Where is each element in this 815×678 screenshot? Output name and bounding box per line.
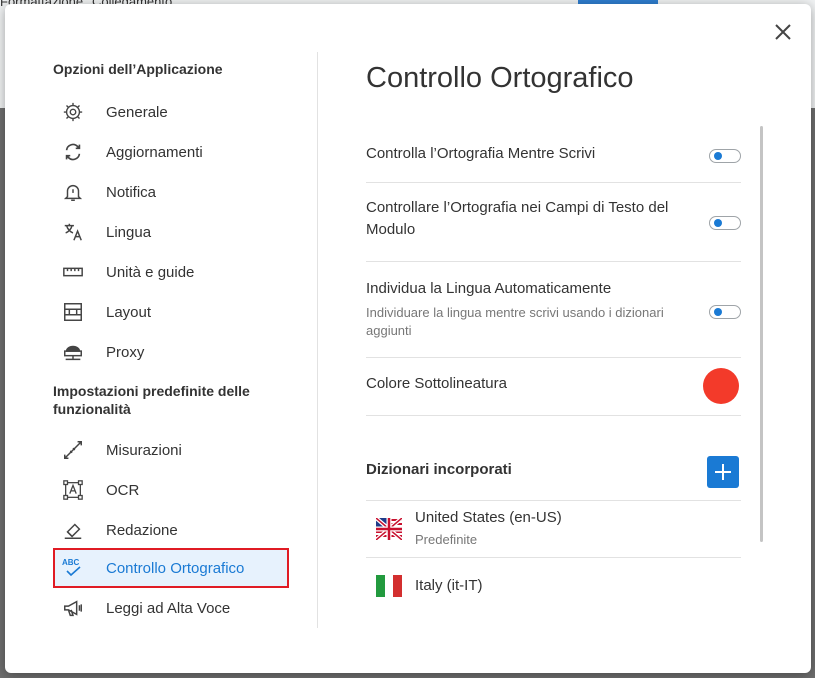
dictionary-subtitle: Predefinite [415,532,478,547]
sidebar-item-label: OCR [106,481,140,499]
settings-sidebar: Opzioni dell’Applicazione Generale Aggio… [53,60,303,628]
sidebar-heading-app-options: Opzioni dell’Applicazione [53,61,223,77]
dictionary-name: Italy (it-IT) [415,577,483,594]
svg-text:ABC: ABC [62,558,80,567]
dictionary-row-it-it[interactable]: Italy (it-IT) [366,558,741,614]
sidebar-item-label: Redazione [106,521,178,539]
sidebar-item-aggiornamenti[interactable]: Aggiornamenti [53,132,303,172]
page-title: Controllo Ortografico [366,62,634,94]
sidebar-item-label: Leggi ad Alta Voce [106,599,231,617]
sidebar-item-label: Misurazioni [106,441,182,459]
setting-row-check-form-fields: Controllare l’Ortografia nei Campi di Te… [366,183,741,262]
sidebar-item-leggi-ad-alta-voce[interactable]: Leggi ad Alta Voce [53,588,303,628]
sidebar-item-generale[interactable]: Generale [53,92,303,132]
sidebar-item-label: Controllo Ortografico [106,559,245,577]
settings-scrollbar[interactable] [760,126,763,542]
spellcheck-icon: ABC [61,556,85,580]
close-icon[interactable] [773,22,793,42]
sidebar-heading-feature-defaults: Impostazioni predefinite delle funzional… [53,383,250,417]
setting-row-detect-language: Individua la Lingua Automaticamente Indi… [366,262,741,358]
sidebar-item-label: Generale [106,103,168,121]
add-dictionary-button[interactable] [707,456,739,488]
setting-label: Controllare l’Ortografia nei Campi di Te… [366,199,669,238]
proxy-icon [61,340,85,364]
check-form-fields-toggle[interactable] [709,216,741,230]
setting-description: Individuare la lingua mentre scrivi usan… [366,305,664,338]
measure-icon [61,438,85,462]
translate-icon [61,220,85,244]
toggle-knob [714,152,722,160]
dictionary-name: United States (en-US) [415,509,562,526]
settings-panel: Controllo Ortografico Controlla l’Ortogr… [366,60,741,614]
sidebar-item-notifica[interactable]: Notifica [53,172,303,212]
sidebar-item-proxy[interactable]: Proxy [53,332,303,372]
sidebar-item-lingua[interactable]: Lingua [53,212,303,252]
setting-row-check-while-typing: Controlla l’Ortografia Mentre Scrivi [366,130,741,183]
us-uk-flag-icon [376,518,402,540]
setting-label: Individua la Lingua Automaticamente [366,280,612,297]
sidebar-item-misurazioni[interactable]: Misurazioni [53,430,303,470]
sidebar-item-redazione[interactable]: Redazione [53,510,303,550]
megaphone-icon [61,596,85,620]
toggle-knob [714,219,722,227]
toggle-knob [714,308,722,316]
underline-color-swatch[interactable] [703,368,739,404]
dictionary-row-en-us[interactable]: United States (en-US) Predefinite [366,501,741,558]
settings-list: Controlla l’Ortografia Mentre Scrivi Con… [366,130,741,416]
setting-row-underline-color: Colore Sottolineatura [366,358,741,416]
check-while-typing-toggle[interactable] [709,149,741,163]
sidebar-item-label: Unità e guide [106,263,195,281]
dictionaries-header: Dizionari incorporati [366,456,741,501]
setting-label: Colore Sottolineatura [366,375,507,392]
layout-icon [61,300,85,324]
sidebar-item-controllo-ortografico[interactable]: ABC Controllo Ortografico [53,548,289,588]
ocr-icon [61,478,85,502]
sidebar-item-layout[interactable]: Layout [53,292,303,332]
bell-icon [61,180,85,204]
sidebar-item-label: Aggiornamenti [106,143,203,161]
sidebar-item-unita-e-guide[interactable]: Unità e guide [53,252,303,292]
setting-label: Controlla l’Ortografia Mentre Scrivi [366,145,596,162]
detect-language-toggle[interactable] [709,305,741,319]
italy-flag-icon [376,575,402,597]
sidebar-item-ocr[interactable]: OCR [53,470,303,510]
sidebar-item-label: Lingua [106,223,152,241]
refresh-icon [61,140,85,164]
dictionaries-heading: Dizionari incorporati [366,461,512,478]
sidebar-item-label: Proxy [106,343,145,361]
sidebar-item-label: Layout [106,303,152,321]
ruler-icon [61,260,85,284]
sidebar-item-label: Notifica [106,183,157,201]
sidebar-divider [317,52,318,628]
eraser-icon [61,518,85,542]
preferences-dialog: Opzioni dell’Applicazione Generale Aggio… [5,4,811,673]
gear-icon [61,100,85,124]
